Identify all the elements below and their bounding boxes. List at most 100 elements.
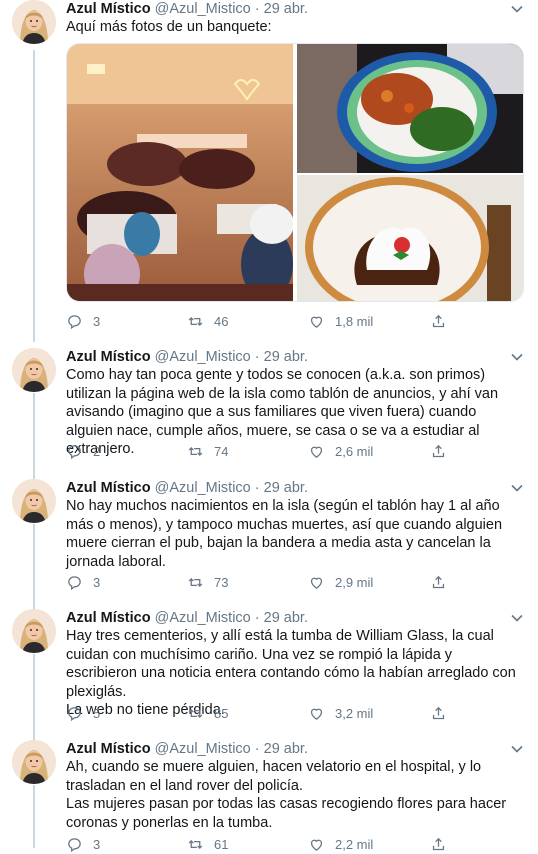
like-button[interactable]: 2,2 mil [308, 834, 373, 854]
reply-icon [68, 706, 81, 721]
heart-icon [310, 839, 323, 851]
reply-icon [68, 575, 81, 590]
retweet-button[interactable]: 74 [187, 441, 228, 461]
chevron-down-icon[interactable] [510, 742, 524, 756]
tweet[interactable]: Azul Místico @Azul_Mistico · 29 abr. Com… [0, 348, 538, 468]
photo-food-plate[interactable] [297, 44, 523, 173]
like-count: 2,2 mil [335, 836, 374, 852]
like-button[interactable]: 2,9 mil [308, 572, 373, 592]
retweet-icon [188, 316, 203, 326]
tweet-actions: 3 73 2,9 mil [66, 572, 466, 592]
author-handle[interactable]: @Azul_Mistico [155, 480, 251, 496]
chevron-down-icon[interactable] [510, 350, 524, 364]
share-button[interactable] [430, 703, 457, 723]
avatar[interactable] [12, 740, 56, 784]
share-button[interactable] [430, 834, 457, 854]
retweet-count: 85 [214, 705, 229, 721]
reply-button[interactable]: 5 [66, 703, 100, 723]
author-name[interactable]: Azul Místico [66, 610, 151, 626]
reply-button[interactable]: 2 [66, 441, 100, 461]
tweet-date[interactable]: 29 abr. [264, 741, 308, 757]
author-name[interactable]: Azul Místico [66, 741, 151, 757]
tweet-text: Aquí más fotos de un banquete: [66, 19, 272, 35]
author-name[interactable]: Azul Místico [66, 1, 151, 17]
reply-icon [68, 837, 81, 852]
share-icon [432, 444, 445, 457]
tweet-media-grid[interactable] [66, 43, 524, 302]
retweet-count: 61 [214, 836, 229, 852]
reply-icon [68, 444, 81, 459]
share-icon [432, 314, 445, 327]
heart-icon [310, 446, 323, 458]
author-name[interactable]: Azul Místico [66, 349, 151, 365]
tweet-actions: 3 61 2,2 mil [66, 834, 466, 854]
chevron-down-icon[interactable] [510, 611, 524, 625]
avatar[interactable] [12, 348, 56, 392]
reply-icon [68, 314, 81, 329]
like-button[interactable]: 1,8 mil [308, 311, 373, 331]
retweet-icon [188, 708, 203, 718]
like-button[interactable]: 2,6 mil [308, 441, 373, 461]
tweet-actions: 5 85 3,2 mil [66, 703, 466, 723]
reply-count: 3 [93, 313, 101, 329]
chevron-down-icon[interactable] [510, 2, 524, 16]
avatar[interactable] [12, 609, 56, 653]
separator: · [254, 1, 260, 17]
retweet-icon [188, 839, 203, 849]
tweet-text: Ah, cuando se muere alguien, hacen velat… [66, 759, 507, 831]
like-count: 2,9 mil [335, 574, 374, 590]
retweet-button[interactable]: 73 [187, 572, 228, 592]
share-button[interactable] [430, 311, 457, 331]
tweet-text: No hay muchos nacimientos en la isla (se… [66, 498, 507, 570]
photo-banquet-hall[interactable] [67, 44, 293, 301]
reply-count: 3 [93, 574, 101, 590]
tweet[interactable]: Azul Místico @Azul_Mistico · 29 abr. Ah,… [0, 740, 538, 852]
author-handle[interactable]: @Azul_Mistico [155, 741, 251, 757]
photo-dessert[interactable] [297, 175, 523, 301]
chevron-down-icon[interactable] [510, 481, 524, 495]
retweet-icon [188, 577, 203, 587]
retweet-button[interactable]: 61 [187, 834, 228, 854]
separator: · [254, 741, 260, 757]
reply-count: 5 [93, 705, 101, 721]
retweet-icon [188, 446, 203, 456]
author-handle[interactable]: @Azul_Mistico [155, 610, 251, 626]
heart-icon [310, 577, 323, 589]
separator: · [254, 349, 260, 365]
tweet-date[interactable]: 29 abr. [264, 610, 308, 626]
reply-count: 3 [93, 836, 101, 852]
heart-icon [310, 316, 323, 328]
reply-button[interactable]: 3 [66, 834, 100, 854]
retweet-count: 73 [214, 574, 229, 590]
separator: · [254, 610, 260, 626]
share-button[interactable] [430, 441, 457, 461]
tweet[interactable]: Azul Místico @Azul_Mistico · 29 abr. Hay… [0, 609, 538, 729]
reply-button[interactable]: 3 [66, 311, 100, 331]
author-name[interactable]: Azul Místico [66, 480, 151, 496]
retweet-count: 74 [214, 443, 229, 459]
author-handle[interactable]: @Azul_Mistico [155, 1, 251, 17]
avatar[interactable] [12, 0, 56, 44]
share-icon [432, 575, 445, 588]
tweet-date[interactable]: 29 abr. [264, 349, 308, 365]
tweet[interactable]: Azul Místico @Azul_Mistico · 29 abr. Aqu… [0, 0, 538, 340]
tweet-date[interactable]: 29 abr. [264, 480, 308, 496]
reply-count: 2 [93, 443, 101, 459]
reply-button[interactable]: 3 [66, 572, 100, 592]
like-count: 2,6 mil [335, 443, 374, 459]
tweet-date[interactable]: 29 abr. [264, 1, 308, 17]
author-handle[interactable]: @Azul_Mistico [155, 349, 251, 365]
tweet-actions: 3 46 1,8 mil [66, 311, 466, 331]
retweet-button[interactable]: 46 [187, 311, 228, 331]
share-button[interactable] [430, 572, 457, 592]
avatar[interactable] [12, 479, 56, 523]
retweet-button[interactable]: 85 [187, 703, 228, 723]
separator: · [254, 480, 260, 496]
tweet[interactable]: Azul Místico @Azul_Mistico · 29 abr. No … [0, 479, 538, 599]
share-icon [432, 837, 445, 850]
like-count: 1,8 mil [335, 313, 374, 329]
retweet-count: 46 [214, 313, 229, 329]
tweet-actions: 2 74 2,6 mil [66, 441, 466, 461]
like-button[interactable]: 3,2 mil [308, 703, 373, 723]
share-icon [432, 706, 445, 719]
